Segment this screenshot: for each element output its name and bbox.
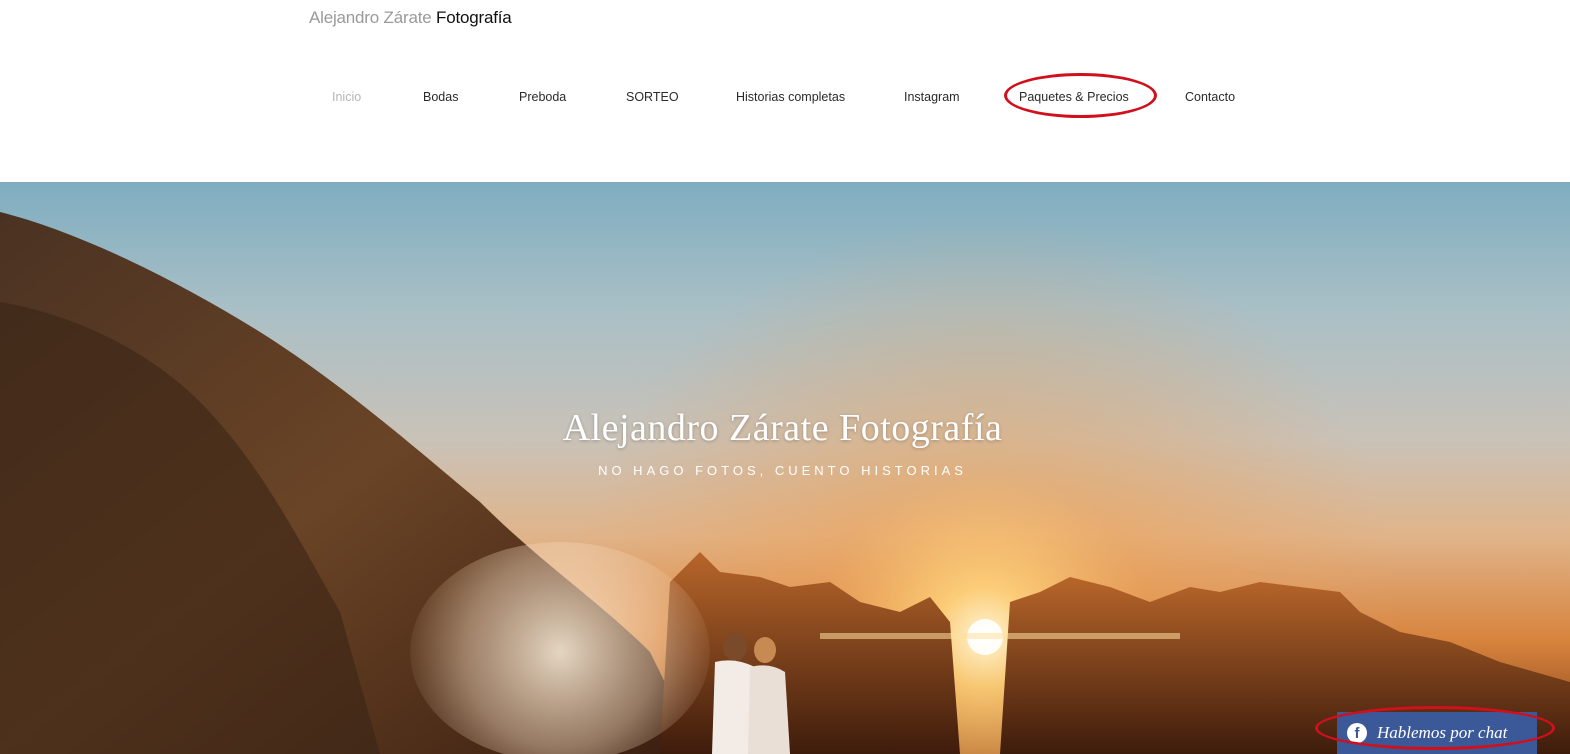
- nav-item-inicio[interactable]: Inicio: [332, 86, 361, 108]
- nav-item-contacto[interactable]: Contacto: [1185, 86, 1235, 108]
- nav-item-instagram[interactable]: Instagram: [904, 86, 960, 108]
- hero-title: Alejandro Zárate Fotografía: [562, 407, 1003, 449]
- chat-button-label: Hablemos por chat: [1377, 723, 1508, 742]
- hero-subtitle: NO HAGO FOTOS, CUENTO HISTORIAS: [598, 463, 967, 478]
- main-nav: Inicio Bodas Preboda SORTEO Historias co…: [0, 86, 1570, 108]
- nav-item-preboda[interactable]: Preboda: [519, 86, 566, 108]
- facebook-icon: f: [1347, 723, 1367, 743]
- nav-item-sorteo[interactable]: SORTEO: [626, 86, 679, 108]
- nav-item-paquetes-precios[interactable]: Paquetes & Precios: [1019, 86, 1129, 108]
- nav-item-bodas[interactable]: Bodas: [423, 86, 458, 108]
- site-header: Alejandro Zárate Fotografía Inicio Bodas…: [0, 0, 1570, 182]
- page: Alejandro Zárate Fotografía Inicio Bodas…: [0, 0, 1570, 754]
- chat-button[interactable]: f Hablemos por chat: [1337, 712, 1537, 754]
- logo-suffix: Fotografía: [436, 8, 512, 27]
- hero-banner: Alejandro Zárate Fotografía NO HAGO FOTO…: [0, 182, 1570, 754]
- logo-name: Alejandro Zárate: [309, 8, 432, 27]
- site-logo[interactable]: Alejandro Zárate Fotografía: [309, 8, 512, 28]
- nav-item-historias-completas[interactable]: Historias completas: [736, 86, 845, 108]
